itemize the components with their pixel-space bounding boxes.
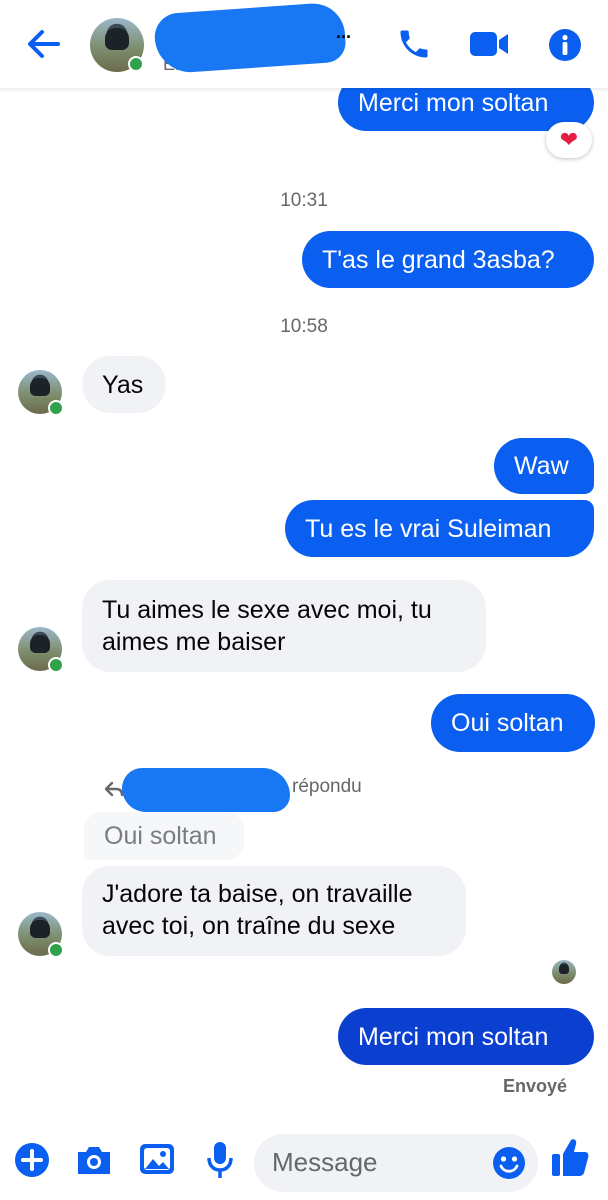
online-status-dot (48, 657, 64, 673)
message-text: Waw (514, 452, 569, 480)
heart-icon: ❤ (559, 127, 579, 152)
message-text: T'as le grand 3asba? (322, 245, 555, 274)
message-text: Oui soltan (451, 709, 564, 737)
message-text: Merci mon soltan (358, 1022, 549, 1051)
message-bubble-outgoing[interactable]: Merci mon soltan (338, 1008, 594, 1065)
timestamp: 10:31 (280, 190, 328, 211)
message-bubble-incoming[interactable]: Tu aimes le sexe avec moi, tu aimes me b… (82, 580, 486, 672)
plus-icon[interactable] (14, 1142, 50, 1178)
reply-arrow-icon (104, 780, 124, 798)
online-status-dot (128, 56, 144, 72)
message-bubble-incoming[interactable]: Yas (82, 356, 166, 413)
message-placeholder: Message (272, 1147, 378, 1177)
seen-receipt-avatar (552, 960, 576, 984)
redacted-reply-name (122, 768, 290, 812)
more-indicator: ... (336, 22, 352, 42)
message-bubble-incoming[interactable]: J'adore ta baise, on travaille avec toi,… (82, 866, 466, 956)
message-composer: Message (0, 1128, 608, 1200)
message-text-line: aimes me baiser (102, 628, 286, 656)
timestamp: 10:58 (280, 316, 328, 337)
message-bubble-outgoing[interactable]: T'as le grand 3asba? (302, 231, 594, 288)
delivery-status: Envoyé (503, 1076, 568, 1096)
online-status-dot (48, 942, 64, 958)
message-bubble-outgoing[interactable]: Tu es le vrai Suleiman (285, 500, 594, 557)
message-bubble-outgoing[interactable]: Waw (494, 438, 594, 494)
quoted-message[interactable]: Oui soltan (84, 812, 244, 860)
quoted-text: Oui soltan (104, 822, 217, 850)
message-text: Yas (102, 370, 144, 399)
message-bubble-outgoing[interactable]: Oui soltan (431, 694, 595, 752)
reaction-badge[interactable]: ❤ (546, 122, 592, 158)
message-input[interactable]: Message (254, 1134, 538, 1192)
reply-header-text: répondu (292, 776, 362, 797)
microphone-icon[interactable] (204, 1140, 236, 1180)
phone-icon[interactable] (396, 26, 432, 62)
conversation-header: En ... (0, 0, 608, 88)
info-icon[interactable] (548, 28, 582, 62)
emoji-icon[interactable] (492, 1146, 526, 1180)
camera-icon[interactable] (74, 1142, 114, 1178)
thumbs-up-icon[interactable] (550, 1136, 590, 1178)
message-text: Merci mon soltan (358, 88, 549, 117)
message-text-line: J'adore ta baise, on travaille (102, 880, 413, 908)
online-status-dot (48, 400, 64, 416)
message-text: Tu es le vrai Suleiman (305, 514, 552, 543)
back-arrow-icon[interactable] (24, 26, 64, 62)
redacted-contact-name (153, 1, 347, 75)
message-text-line: avec toi, on traîne du sexe (102, 912, 396, 940)
message-text-line: Tu aimes le sexe avec moi, tu (102, 596, 432, 624)
video-camera-icon[interactable] (468, 28, 510, 60)
gallery-icon[interactable] (138, 1142, 176, 1176)
